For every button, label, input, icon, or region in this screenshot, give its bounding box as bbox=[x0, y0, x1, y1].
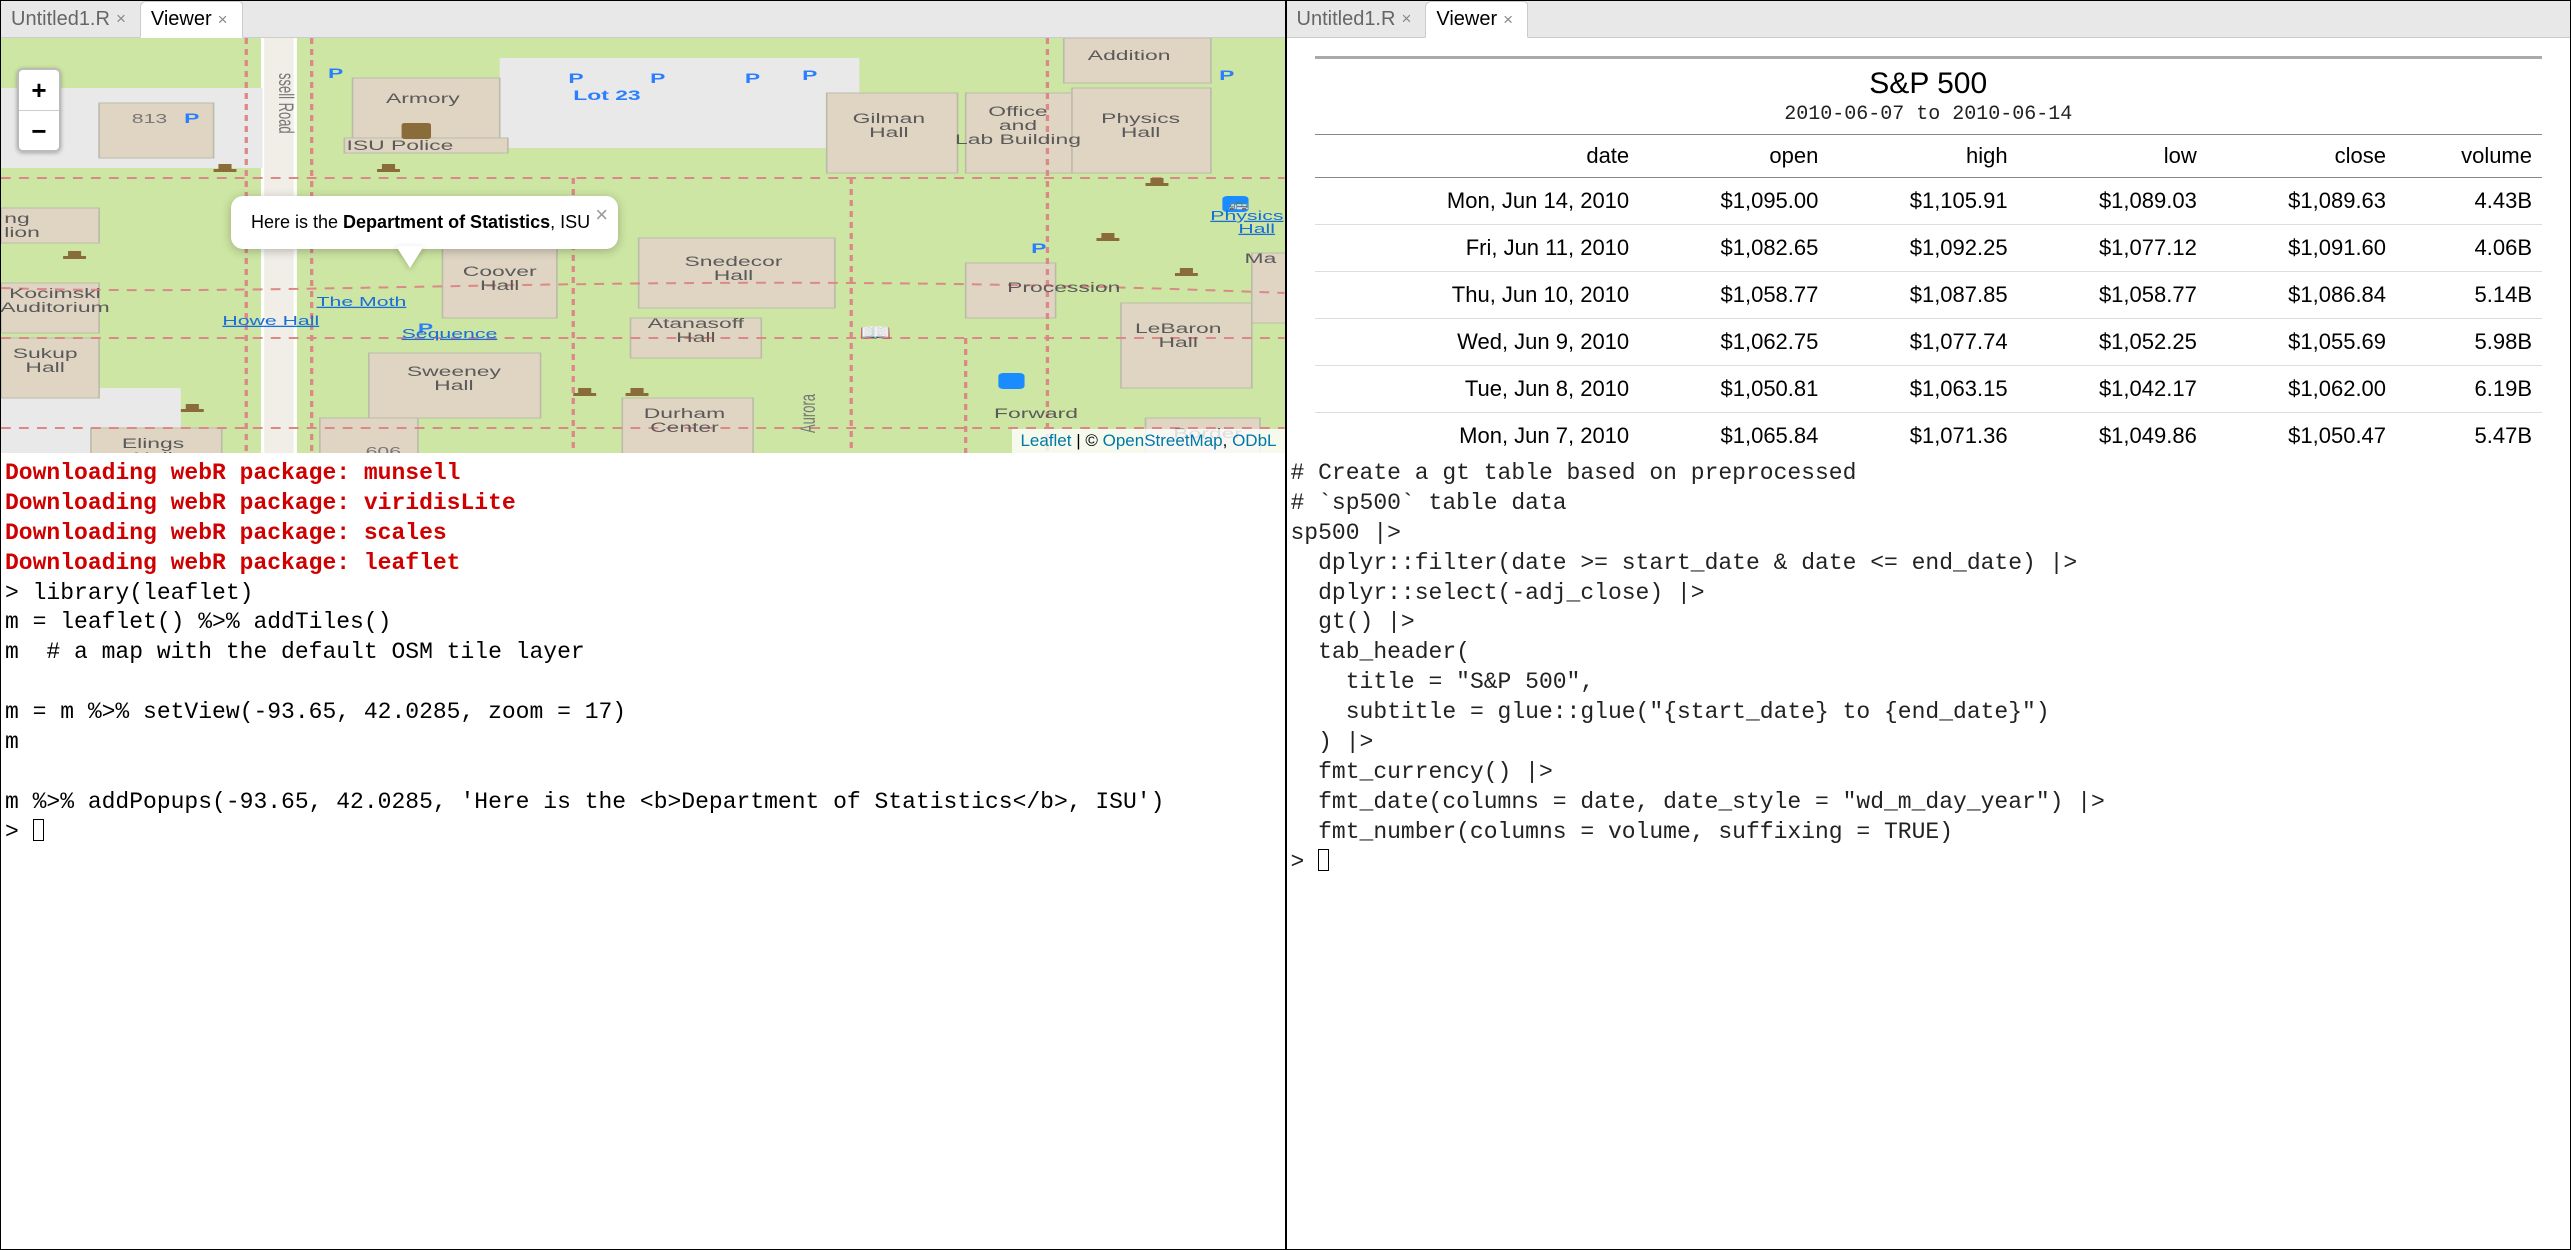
tab-label: Untitled1.R bbox=[11, 8, 110, 31]
svg-text:Ma: Ma bbox=[1245, 251, 1277, 266]
table-row: Tue, Jun 8, 2010$1,050.81$1,063.15$1,042… bbox=[1315, 366, 2543, 413]
svg-text:P: P bbox=[184, 111, 199, 126]
svg-text:The Moth: The Moth bbox=[317, 294, 407, 309]
table-viewer: S&P 500 2010-06-07 to 2010-06-14 dateope… bbox=[1287, 38, 2571, 453]
right-pane: Untitled1.R × Viewer × S&P 500 2010-06-0… bbox=[1286, 0, 2571, 1250]
odbl-link[interactable]: ODbL bbox=[1232, 431, 1276, 450]
table-header-row: dateopenhighlowclosevolume bbox=[1315, 135, 2543, 178]
svg-text:KocimskiAuditorium: KocimskiAuditorium bbox=[1, 286, 110, 315]
zoom-controls: + − bbox=[17, 68, 61, 152]
table-row: Fri, Jun 11, 2010$1,082.65$1,092.25$1,07… bbox=[1315, 225, 2543, 272]
col-volume: volume bbox=[2396, 135, 2542, 178]
map-viewer[interactable]: P P P P P P P P P bbox=[1, 38, 1285, 453]
sp500-table: dateopenhighlowclosevolume Mon, Jun 14, … bbox=[1315, 134, 2543, 453]
col-low: low bbox=[2018, 135, 2207, 178]
svg-text:P: P bbox=[745, 71, 760, 86]
zoom-in-button[interactable]: + bbox=[19, 70, 59, 110]
svg-text:Procession: Procession bbox=[1007, 280, 1120, 295]
svg-text:P: P bbox=[328, 66, 343, 81]
right-tabs: Untitled1.R × Viewer × bbox=[1287, 1, 2571, 38]
svg-text:Aurora: Aurora bbox=[796, 394, 820, 433]
svg-text:P: P bbox=[568, 71, 583, 86]
popup-text-bold: Department of Statistics bbox=[343, 212, 550, 232]
svg-text:Forward: Forward bbox=[994, 406, 1078, 421]
table-row: Thu, Jun 10, 2010$1,058.77$1,087.85$1,05… bbox=[1315, 272, 2543, 319]
r-console-right[interactable]: # Create a gt table based on preprocesse… bbox=[1287, 453, 2571, 1249]
svg-text:DurhamCenter: DurhamCenter bbox=[644, 406, 725, 435]
map-popup: × Here is the Department of Statistics, … bbox=[231, 196, 618, 249]
table-subtitle: 2010-06-07 to 2010-06-14 bbox=[1315, 103, 2543, 134]
tab-label: Untitled1.R bbox=[1297, 8, 1396, 31]
col-date: date bbox=[1315, 135, 1640, 178]
svg-text:P: P bbox=[1031, 241, 1046, 256]
table-row: Mon, Jun 14, 2010$1,095.00$1,105.91$1,08… bbox=[1315, 178, 2543, 225]
r-console-left[interactable]: Downloading webR package: munsell Downlo… bbox=[1, 453, 1285, 1249]
table-row: Mon, Jun 7, 2010$1,065.84$1,071.36$1,049… bbox=[1315, 413, 2543, 454]
table-row: Wed, Jun 9, 2010$1,062.75$1,077.74$1,052… bbox=[1315, 319, 2543, 366]
tab-label: Viewer bbox=[1436, 8, 1497, 31]
close-icon[interactable]: × bbox=[116, 9, 126, 29]
svg-text:Addition: Addition bbox=[1088, 48, 1171, 63]
zoom-out-button[interactable]: − bbox=[19, 110, 59, 150]
close-icon[interactable]: × bbox=[1503, 10, 1513, 30]
map-canvas: P P P P P P P P P bbox=[1, 38, 1285, 453]
close-icon[interactable]: × bbox=[595, 202, 608, 228]
svg-text:Howe Hall: Howe Hall bbox=[222, 313, 319, 328]
close-icon[interactable]: × bbox=[218, 10, 228, 30]
svg-text:Sequence: Sequence bbox=[402, 326, 498, 341]
tab-untitled-left[interactable]: Untitled1.R × bbox=[1, 1, 140, 37]
svg-text:813: 813 bbox=[132, 111, 168, 126]
tab-untitled-right[interactable]: Untitled1.R × bbox=[1287, 1, 1426, 37]
leaflet-map[interactable]: P P P P P P P P P bbox=[1, 38, 1285, 453]
tab-viewer-right[interactable]: Viewer × bbox=[1425, 1, 1528, 38]
close-icon[interactable]: × bbox=[1401, 9, 1411, 29]
col-high: high bbox=[1828, 135, 2017, 178]
svg-text:ssell Road: ssell Road bbox=[274, 73, 298, 134]
svg-text:P: P bbox=[650, 71, 665, 86]
leaflet-link[interactable]: Leaflet bbox=[1020, 431, 1071, 450]
popup-tail bbox=[396, 246, 424, 268]
col-open: open bbox=[1639, 135, 1828, 178]
osm-link[interactable]: OpenStreetMap bbox=[1103, 431, 1223, 450]
svg-text:Armory: Armory bbox=[386, 91, 460, 106]
svg-text:PhysicsHall: PhysicsHall bbox=[1210, 208, 1283, 236]
svg-text:Lot 23: Lot 23 bbox=[573, 88, 640, 103]
map-attribution: Leaflet | © OpenStreetMap, ODbL bbox=[1012, 429, 1284, 453]
table-title: S&P 500 bbox=[1315, 59, 2543, 103]
col-close: close bbox=[2207, 135, 2396, 178]
tab-label: Viewer bbox=[151, 8, 212, 31]
svg-text:P: P bbox=[1219, 68, 1234, 83]
svg-text:📖: 📖 bbox=[859, 323, 892, 341]
svg-text:ISU Police: ISU Police bbox=[347, 138, 454, 153]
popup-text-suffix: , ISU bbox=[550, 212, 590, 232]
svg-text:606: 606 bbox=[366, 444, 402, 453]
svg-text:ElingsHall: ElingsHall bbox=[122, 436, 184, 453]
left-pane: Untitled1.R × Viewer × bbox=[0, 0, 1286, 1250]
tab-viewer-left[interactable]: Viewer × bbox=[140, 1, 243, 38]
popup-text-prefix: Here is the bbox=[251, 212, 343, 232]
left-tabs: Untitled1.R × Viewer × bbox=[1, 1, 1285, 38]
svg-text:P: P bbox=[802, 68, 817, 83]
